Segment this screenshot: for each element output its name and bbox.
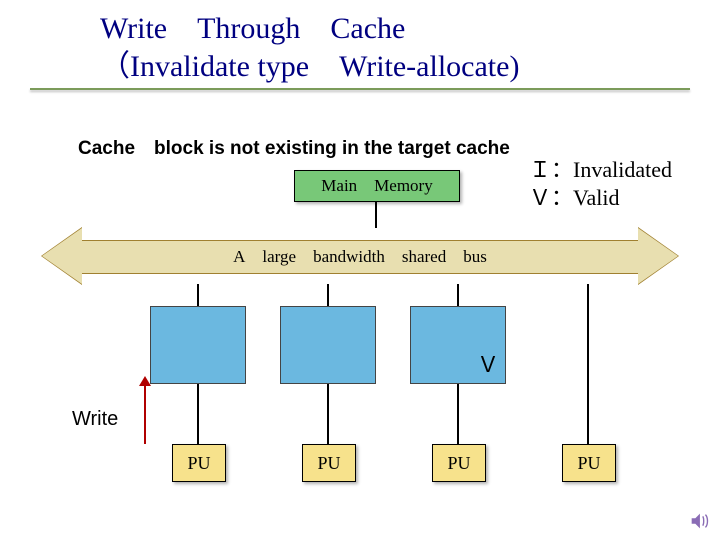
pu-4-bus-connector [587, 284, 589, 444]
write-label: Write [72, 408, 118, 431]
write-arrow-icon [144, 386, 146, 444]
cache-2 [280, 306, 376, 384]
legend: Ｉ：Invalidated Ｖ：Valid [529, 156, 672, 211]
cache-1-bus-connector [197, 284, 199, 306]
cache-3: Ｖ [410, 306, 506, 384]
cache-2-bus-connector [327, 284, 329, 306]
page-title: Write Through Cache （Invalidate type Wri… [100, 10, 519, 85]
title-line-2: （Invalidate type Write-allocate) [100, 50, 519, 83]
bus-label: A large bandwidth shared bus [82, 240, 638, 274]
cache-1 [150, 306, 246, 384]
title-underline [30, 88, 690, 90]
pu-1: PU [172, 444, 226, 482]
pu-3: PU [432, 444, 486, 482]
cache-3-bus-connector [457, 284, 459, 306]
cache-3-pu-connector [457, 384, 459, 444]
pu-2: PU [302, 444, 356, 482]
cache-2-pu-connector [327, 384, 329, 444]
legend-valid: Ｖ：Valid [529, 185, 619, 210]
title-line-1: Write Through Cache [100, 12, 405, 45]
main-memory-connector [375, 201, 377, 228]
legend-invalidated: Ｉ：Invalidated [529, 157, 672, 182]
cache-1-pu-connector [197, 384, 199, 444]
bus-arrow-left [42, 228, 82, 284]
shared-bus-arrow: A large bandwidth shared bus [42, 228, 678, 284]
bus-arrow-right [638, 228, 678, 284]
main-memory-box: Main Memory [294, 170, 460, 202]
subtitle: Cache block is not existing in the targe… [78, 138, 510, 160]
speaker-icon [688, 510, 710, 532]
cache-3-state: Ｖ [477, 347, 499, 379]
pu-4: PU [562, 444, 616, 482]
